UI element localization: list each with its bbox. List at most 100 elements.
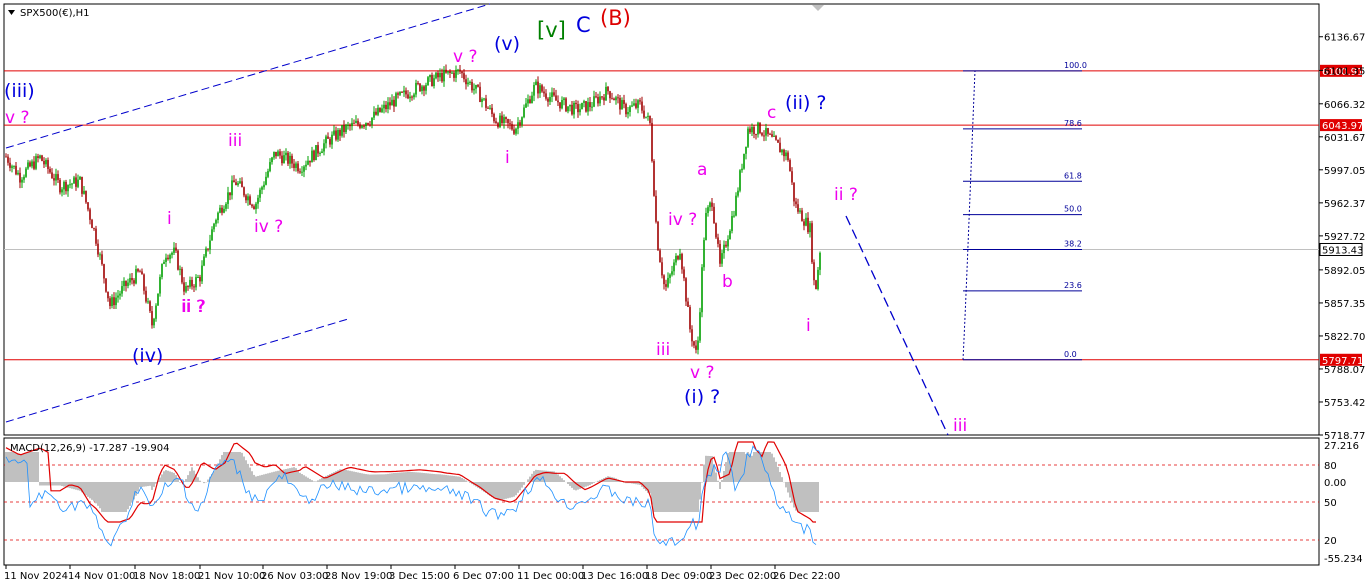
candle-body (437, 72, 439, 78)
macd-histogram-bar (151, 482, 153, 490)
fib-level-label: 100.0 (1064, 61, 1087, 70)
macd-histogram-bar (563, 480, 565, 482)
macd-histogram-bar (169, 471, 171, 482)
macd-histogram-bar (185, 479, 187, 482)
macd-histogram-bar (693, 482, 695, 512)
macd-histogram-bar (593, 482, 595, 483)
macd-histogram-bar (31, 452, 33, 482)
macd-histogram-bar (417, 472, 419, 482)
macd-histogram-bar (149, 482, 151, 486)
candle-body (579, 109, 581, 113)
macd-histogram-bar (609, 476, 611, 482)
candle-body (553, 92, 555, 96)
macd-histogram-bar (161, 474, 163, 482)
candle-body (297, 163, 299, 172)
candle-body (613, 98, 615, 101)
candle-body (281, 155, 283, 164)
candle-body (773, 135, 775, 137)
macd-histogram-bar (369, 474, 371, 482)
candle-body (763, 135, 765, 137)
candle-body (585, 101, 587, 112)
candle-body (411, 96, 413, 98)
macd-histogram-bar (305, 476, 307, 482)
wave-label: v ? (690, 363, 715, 383)
candle-body (13, 165, 15, 167)
macd-histogram-bar (679, 482, 681, 512)
candle-body (623, 100, 625, 104)
candle-body (751, 127, 753, 133)
candle-body (537, 81, 539, 94)
candle-body (361, 125, 363, 128)
macd-histogram-bar (569, 482, 571, 486)
macd-histogram-bar (751, 455, 753, 482)
current-price-value: 5913.43 (1322, 245, 1363, 256)
candle-body (407, 94, 409, 99)
macd-histogram-bar (207, 479, 209, 482)
macd-histogram-bar (645, 482, 647, 491)
candle-body (479, 86, 481, 102)
candle-body (531, 95, 533, 104)
macd-histogram-bar (363, 473, 365, 482)
macd-histogram-bar (25, 452, 27, 482)
candle-body (235, 182, 237, 186)
macd-histogram-bar (309, 478, 311, 482)
candle-body (507, 119, 509, 124)
macd-histogram-bar (297, 470, 299, 482)
macd-histogram-bar (557, 474, 559, 482)
candle-body (765, 128, 767, 136)
x-tick-label: 26 Nov 03:00 (261, 571, 328, 582)
macd-histogram-bar (231, 452, 233, 482)
candle-body (225, 203, 227, 209)
wave-label: C (576, 13, 591, 37)
macd-histogram-bar (233, 452, 235, 482)
candle-body (589, 102, 591, 108)
candle-body (499, 115, 501, 128)
macd-histogram-bar (437, 474, 439, 482)
x-tick-label: 11 Dec 00:00 (517, 571, 584, 582)
macd-histogram-bar (191, 467, 193, 482)
macd-histogram-bar (343, 469, 345, 482)
macd-histogram-bar (255, 476, 257, 482)
candle-body (695, 345, 697, 350)
macd-histogram-bar (325, 475, 327, 482)
candle-body (119, 293, 121, 296)
macd-histogram-bar (141, 482, 143, 487)
macd-histogram-bar (661, 482, 663, 512)
candle-body (301, 171, 303, 173)
candle-body (679, 253, 681, 260)
macd-histogram-bar (311, 480, 313, 482)
macd-histogram-bar (509, 482, 511, 498)
macd-histogram-bar (361, 473, 363, 482)
macd-histogram-bar (321, 478, 323, 482)
candle-body (767, 128, 769, 134)
candle-body (97, 243, 99, 255)
candle-body (409, 96, 411, 99)
candle-body (269, 162, 271, 172)
candle-body (347, 125, 349, 127)
candle-body (567, 106, 569, 112)
candle-body (817, 269, 819, 290)
macd-histogram-bar (403, 472, 405, 482)
candle-body (801, 210, 803, 222)
candle-body (85, 190, 87, 203)
candle-body (275, 151, 277, 157)
candle-body (87, 202, 89, 210)
macd-histogram-bar (85, 482, 87, 496)
wave-label: iii (953, 416, 967, 436)
macd-histogram-bar (123, 482, 125, 512)
candle-body (461, 71, 463, 74)
wave-label: (v) (494, 33, 520, 55)
candle-body (673, 262, 675, 272)
candle-body (547, 98, 549, 102)
candle-body (271, 157, 273, 163)
wave-label: (ii) ? (785, 92, 827, 114)
x-tick-label: 23 Dec 02:00 (709, 571, 776, 582)
wave-label: (i) ? (684, 386, 720, 408)
macd-histogram-bar (143, 482, 145, 487)
candle-body (59, 179, 61, 193)
macd-histogram-bar (501, 482, 503, 500)
macd-histogram-bar (61, 482, 63, 487)
candle-body (243, 187, 245, 196)
y-tick-label: 6066.32 (1324, 100, 1365, 111)
candle-body (195, 277, 197, 288)
